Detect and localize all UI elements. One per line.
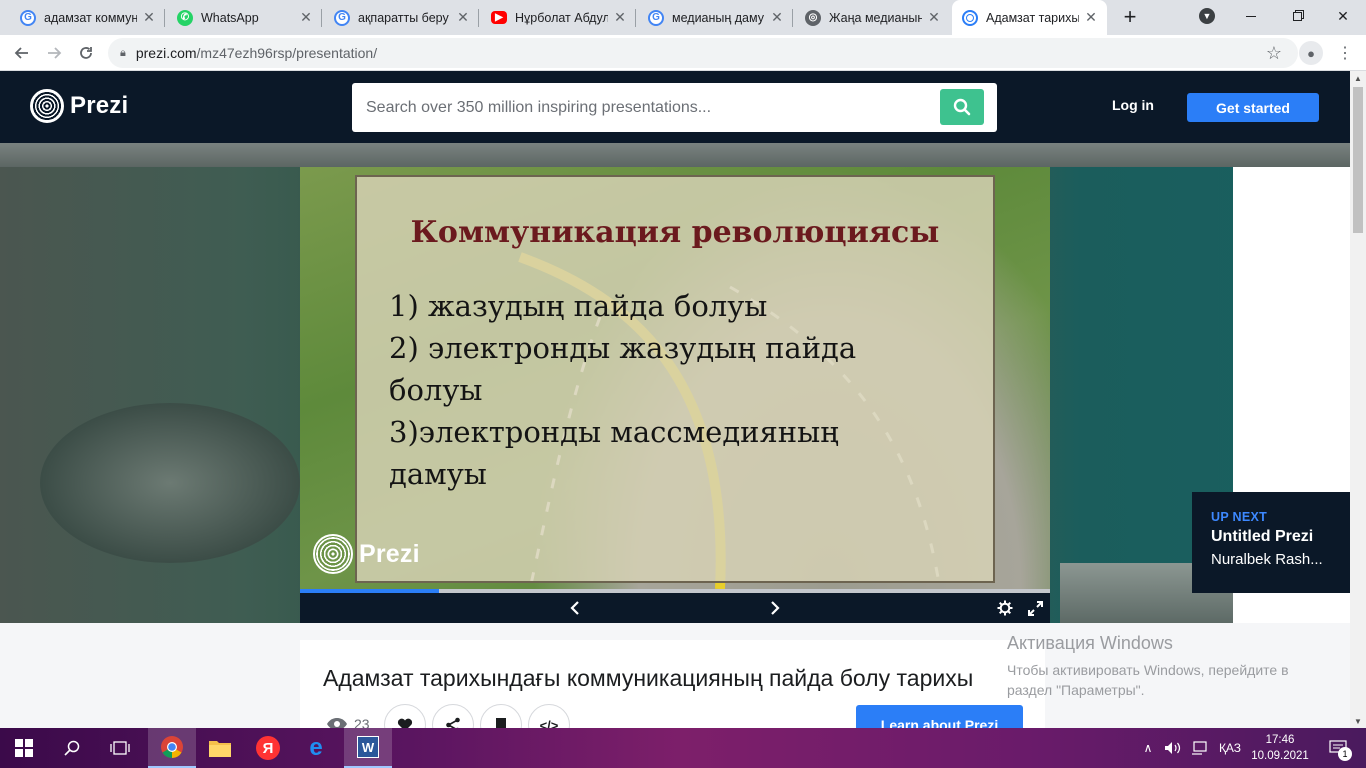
url-host: prezi.com — [135, 45, 197, 61]
search-icon — [953, 98, 971, 116]
word-icon[interactable]: W — [344, 728, 392, 768]
previous-arrow-icon[interactable] — [564, 597, 586, 619]
search-button[interactable] — [940, 89, 984, 125]
browser-tab[interactable]: ✆ WhatsApp ✕ — [167, 0, 322, 35]
new-tab-button[interactable]: + — [1117, 4, 1143, 30]
up-next-author: Nuralbek Rash... — [1211, 551, 1323, 568]
yandex-browser-icon[interactable]: Я — [244, 728, 292, 768]
slide-line: 3)электронды массмедияның — [389, 415, 839, 449]
whatsapp-icon: ✆ — [177, 9, 193, 26]
prezi-logo-icon — [313, 534, 353, 574]
edge-icon[interactable]: e — [292, 728, 340, 768]
prezi-logo-icon — [30, 89, 64, 123]
network-icon[interactable] — [1188, 728, 1210, 768]
browser-tab[interactable]: G медианың даму т ✕ — [638, 0, 793, 35]
scroll-thumb[interactable] — [1353, 87, 1363, 233]
page-scrollbar[interactable]: ▲ ▼ — [1350, 71, 1366, 728]
google-icon: G — [648, 9, 664, 26]
scroll-down-arrow-icon[interactable]: ▼ — [1350, 714, 1366, 728]
get-started-button[interactable]: Get started — [1187, 93, 1319, 122]
close-tab-icon[interactable]: ✕ — [612, 9, 628, 26]
back-arrow-icon[interactable] — [10, 41, 34, 65]
close-window-icon[interactable]: ✕ — [1320, 0, 1366, 32]
slide-line: 1) жазудың пайда болуы — [389, 289, 768, 323]
next-arrow-icon[interactable] — [764, 597, 786, 619]
slide-title: Коммуникация революциясы — [410, 215, 940, 250]
site-header: Prezi Log in Get started — [0, 71, 1350, 143]
search-taskbar-icon[interactable] — [48, 728, 96, 768]
youtube-icon: ▶ — [491, 11, 507, 24]
scroll-up-arrow-icon[interactable]: ▲ — [1350, 71, 1366, 85]
google-icon: G — [334, 9, 350, 26]
minimize-icon[interactable] — [1228, 0, 1274, 32]
site-icon: ◎ — [805, 9, 821, 26]
browser-tab-active[interactable]: Адамзат тарихын ✕ — [952, 0, 1107, 35]
browser-tab[interactable]: ▶ Нұрболат Абдул ✕ — [481, 0, 636, 35]
slide-line: болуы — [389, 373, 483, 407]
file-explorer-icon[interactable] — [196, 728, 244, 768]
close-tab-icon[interactable]: ✕ — [141, 9, 157, 26]
slide-line: дамуы — [389, 457, 487, 491]
more-menu-icon[interactable]: ⋮ — [1335, 41, 1355, 65]
chrome-taskbar-icon[interactable] — [148, 728, 196, 768]
browser-tab[interactable]: ◎ Жаңа медианың ✕ — [795, 0, 950, 35]
fullscreen-icon[interactable] — [1024, 597, 1046, 619]
windows-taskbar: Я e W ∧ ҚАЗ 17:46 10.09.2021 1 — [0, 728, 1366, 768]
settings-gear-icon[interactable] — [994, 597, 1016, 619]
close-tab-icon[interactable]: ✕ — [926, 9, 942, 26]
prezi-logo[interactable]: Prezi — [30, 89, 128, 123]
up-next-card[interactable]: UP NEXT Untitled Prezi Nuralbek Rash... — [1192, 492, 1350, 593]
windows-activation-watermark: Активация Windows Чтобы активировать Win… — [1007, 633, 1289, 698]
slide-text-panel: Коммуникация революциясы 1) жазудың пайд… — [355, 175, 995, 583]
start-button[interactable] — [0, 728, 48, 768]
reload-icon[interactable] — [74, 41, 98, 65]
windows-logo-icon — [15, 739, 33, 757]
up-next-label: UP NEXT — [1211, 510, 1268, 524]
volume-icon[interactable] — [1162, 728, 1184, 768]
browser-tab[interactable]: G адамзат коммуни ✕ — [10, 0, 165, 35]
presentation-slide[interactable]: Коммуникация революциясы 1) жазудың пайд… — [300, 167, 1050, 589]
taskbar-clock[interactable]: 17:46 10.09.2021 — [1250, 732, 1310, 764]
task-view-icon[interactable] — [96, 728, 144, 768]
presentation-title: Адамзат тарихындағы коммуникацияның пайд… — [323, 665, 974, 691]
search-box — [352, 83, 997, 132]
restore-icon[interactable] — [1274, 0, 1320, 32]
notifications-icon[interactable]: 1 — [1318, 728, 1358, 768]
url-path: /mz47ezh96rsp/presentation/ — [196, 45, 378, 61]
google-icon: G — [20, 9, 36, 26]
notification-count-badge: 1 — [1338, 747, 1352, 761]
presentation-info-card: Адамзат тарихындағы коммуникацияның пайд… — [300, 640, 1045, 746]
show-hidden-icons-icon[interactable]: ∧ — [1138, 728, 1158, 768]
language-indicator[interactable]: ҚАЗ — [1214, 728, 1246, 768]
browser-toolbar: 🔒︎ prezi.com/mz47ezh96rsp/presentation/ … — [0, 35, 1366, 71]
browser-tab[interactable]: G ақпаратты беру ж ✕ — [324, 0, 479, 35]
slide-prezi-logo: Prezi — [313, 534, 420, 574]
slide-list: 1) жазудың пайда болуы 2) электронды жаз… — [389, 285, 949, 495]
search-input[interactable] — [364, 95, 924, 120]
tab-search-icon[interactable]: ▼ — [1184, 0, 1230, 32]
prezi-icon — [962, 9, 978, 26]
close-tab-icon[interactable]: ✕ — [298, 9, 314, 26]
close-tab-icon[interactable]: ✕ — [455, 9, 471, 26]
close-tab-icon[interactable]: ✕ — [769, 9, 785, 26]
bookmark-star-icon[interactable]: ☆ — [1266, 43, 1282, 64]
lock-icon: 🔒︎ — [120, 46, 126, 59]
forward-arrow-icon[interactable] — [42, 41, 66, 65]
browser-tab-strip: G адамзат коммуни ✕ ✆ WhatsApp ✕ G ақпар… — [0, 0, 1366, 35]
up-next-title: Untitled Prezi — [1211, 528, 1314, 545]
close-tab-icon[interactable]: ✕ — [1083, 9, 1099, 26]
profile-avatar-icon[interactable]: ● — [1299, 41, 1323, 65]
viewer-controls — [300, 593, 1050, 623]
login-link[interactable]: Log in — [1112, 97, 1154, 113]
slide-line: 2) электронды жазудың пайда — [389, 331, 857, 365]
address-bar[interactable]: 🔒︎ prezi.com/mz47ezh96rsp/presentation/ … — [108, 38, 1298, 68]
